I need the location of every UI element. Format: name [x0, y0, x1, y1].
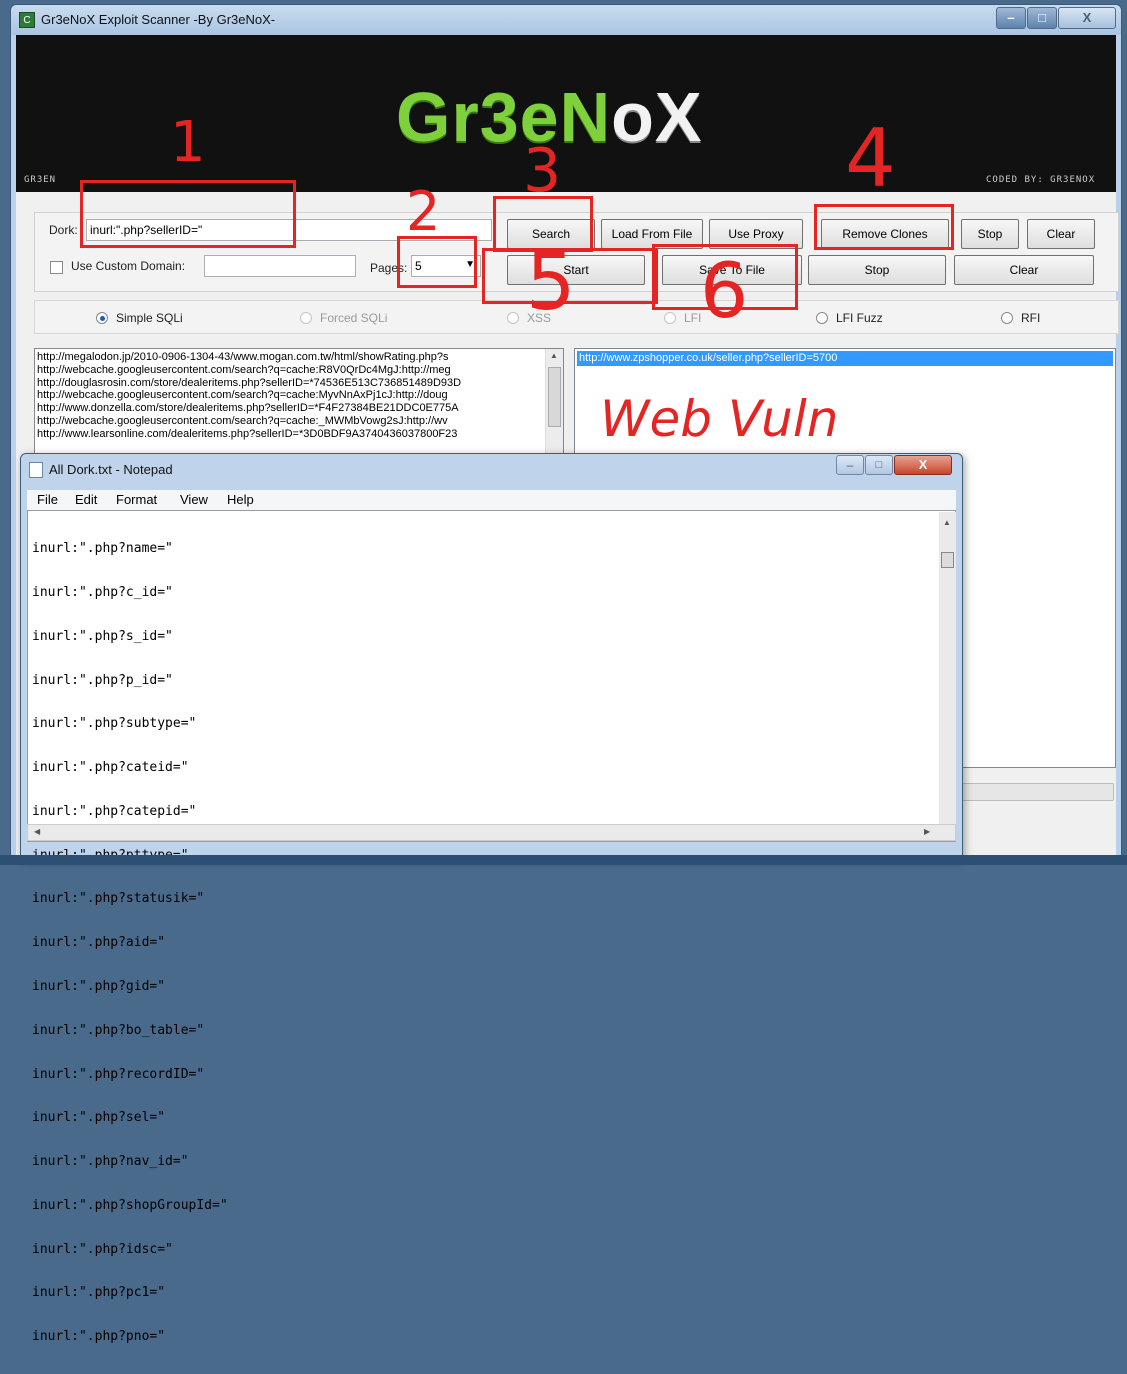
banner-credit: CODED BY: GR3ENOX: [986, 175, 1096, 185]
menu-edit[interactable]: Edit: [75, 492, 97, 507]
text-line: inurl:".php?pc1=": [32, 1285, 166, 1301]
list-item[interactable]: http://webcache.googleusercontent.com/se…: [37, 364, 545, 377]
annotation-number-5: 5: [526, 238, 576, 328]
mode-simple-sqli-radio[interactable]: [96, 312, 108, 324]
mode-lfi-fuzz-radio[interactable]: [816, 312, 828, 324]
stop-scan-button[interactable]: Stop: [808, 255, 946, 285]
notepad-vertical-scrollbar[interactable]: ▲ ▼: [939, 512, 956, 840]
mode-lfi-label: LFI: [684, 311, 702, 325]
menu-view[interactable]: View: [180, 492, 208, 507]
minimize-button[interactable]: –: [996, 7, 1026, 29]
text-line: inurl:".php?gid=": [32, 979, 166, 994]
notepad-maximize-button[interactable]: □: [865, 455, 893, 475]
text-line: inurl:".php?pno=": [32, 1329, 166, 1345]
mode-group: [34, 300, 1119, 334]
text-line: inurl:".php?bo_table=": [32, 1022, 205, 1038]
text-line: inurl:".php?sel=": [32, 1110, 166, 1126]
maximize-button[interactable]: □: [1027, 7, 1057, 29]
text-line: inurl:".php?p_id=": [32, 672, 173, 688]
stop-search-button[interactable]: Stop: [961, 219, 1019, 249]
notepad-horizontal-scrollbar[interactable]: ◀ ▶: [27, 824, 956, 841]
scroll-thumb[interactable]: [941, 552, 954, 568]
text-line: inurl:".php?recordID=": [32, 1066, 205, 1082]
vulnerable-item[interactable]: http://www.zpshopper.co.uk/seller.php?se…: [577, 351, 1113, 366]
list-item[interactable]: http://douglasrosin.com/store/dealeritem…: [37, 377, 545, 390]
notepad-minimize-button[interactable]: –: [836, 455, 864, 475]
text-line: inurl:".php?nav_id=": [32, 1154, 189, 1170]
text-line: inurl:".php?subtype=": [32, 716, 197, 732]
text-line: inurl:".php?shopGroupId=": [32, 1197, 228, 1213]
annotation-box-2: [397, 236, 477, 288]
menu-format[interactable]: Format: [116, 492, 157, 507]
mode-rfi-label: RFI: [1021, 311, 1041, 325]
mode-lfi-radio[interactable]: [664, 312, 676, 324]
annotation-number-6: 6: [700, 246, 749, 335]
text-line: inurl:".php?c_id=": [32, 584, 173, 600]
clear-scan-button[interactable]: Clear: [954, 255, 1094, 285]
text-line: inurl:".php?name=": [32, 541, 173, 557]
annotation-number-4: 4: [845, 112, 896, 205]
notepad-window: All Dork.txt - Notepad – □ X File Edit F…: [20, 453, 963, 1344]
scroll-left-icon[interactable]: ◀: [34, 827, 40, 836]
list-item[interactable]: http://webcache.googleusercontent.com/se…: [37, 415, 545, 428]
mode-forced-sqli-radio[interactable]: [300, 312, 312, 324]
mode-rfi-radio[interactable]: [1001, 312, 1013, 324]
list-item[interactable]: http://webcache.googleusercontent.com/se…: [37, 389, 545, 402]
annotation-number-3: 3: [523, 136, 562, 206]
scroll-up-icon[interactable]: ▲: [943, 518, 951, 527]
annotation-number-1: 1: [170, 110, 206, 175]
banner-left-text: GR3EN: [24, 175, 57, 185]
text-line: inurl:".php?idsc=": [32, 1241, 173, 1257]
menu-file[interactable]: File: [37, 492, 58, 507]
mode-forced-sqli-label: Forced SQLi: [320, 311, 388, 325]
list-item[interactable]: http://www.donzella.com/store/dealeritem…: [37, 402, 545, 415]
app-icon: C: [19, 12, 35, 28]
dork-label: Dork:: [49, 223, 78, 237]
menu-help[interactable]: Help: [227, 492, 254, 507]
annotation-number-2: 2: [406, 180, 441, 243]
text-line: inurl:".php?catepid=": [32, 803, 197, 819]
custom-domain-input[interactable]: [204, 255, 356, 277]
notepad-close-button[interactable]: X: [894, 455, 952, 475]
mode-xss-radio[interactable]: [507, 312, 519, 324]
text-line: inurl:".php?aid=": [32, 935, 166, 951]
annotation-box-4: [814, 204, 954, 250]
title-bar[interactable]: C Gr3eNoX Exploit Scanner -By Gr3eNoX- –…: [11, 5, 1121, 35]
clear-search-button[interactable]: Clear: [1027, 219, 1095, 249]
mode-simple-sqli-label: Simple SQLi: [116, 311, 183, 325]
scroll-thumb[interactable]: [548, 367, 561, 427]
notepad-title: All Dork.txt - Notepad: [49, 462, 173, 477]
close-button[interactable]: X: [1058, 7, 1116, 29]
custom-domain-label: Use Custom Domain:: [71, 259, 186, 273]
notepad-text-area[interactable]: inurl:".php?name=" inurl:".php?c_id=" in…: [27, 510, 956, 1344]
notepad-content[interactable]: inurl:".php?name=" inurl:".php?c_id=" in…: [32, 513, 228, 1374]
taskbar: [0, 855, 1127, 865]
scroll-up-icon[interactable]: ▲: [550, 351, 558, 360]
scroll-right-icon[interactable]: ▶: [924, 827, 930, 836]
custom-domain-checkbox[interactable]: [50, 261, 63, 274]
list-item[interactable]: http://www.learsonline.com/dealeritems.p…: [37, 428, 545, 441]
annotation-web-vuln: Web Vuln: [600, 390, 839, 448]
window-title: Gr3eNoX Exploit Scanner -By Gr3eNoX-: [41, 12, 276, 27]
text-line: inurl:".php?s_id=": [32, 628, 173, 644]
progress-bar: [962, 783, 1114, 801]
annotation-box-1: [80, 180, 296, 248]
text-line: inurl:".php?statusik=": [32, 891, 205, 907]
mode-lfi-fuzz-label: LFI Fuzz: [836, 311, 883, 325]
list-item[interactable]: http://megalodon.jp/2010-0906-1304-43/ww…: [37, 351, 545, 364]
text-line: inurl:".php?cateid=": [32, 760, 189, 776]
notepad-icon: [29, 462, 43, 478]
notepad-menubar: File Edit Format View Help: [27, 490, 956, 510]
